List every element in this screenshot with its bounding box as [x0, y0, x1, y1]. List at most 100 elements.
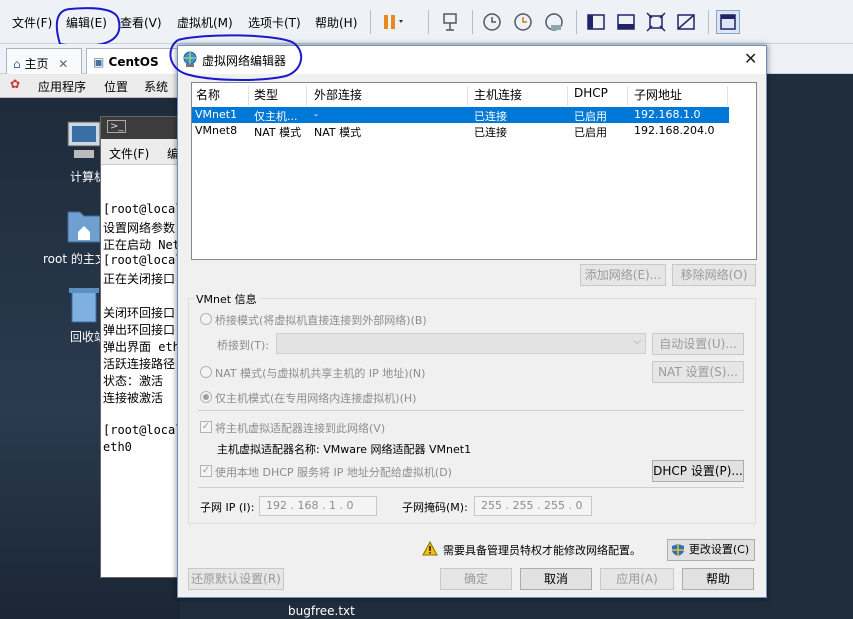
row-cell: 192.168.1.0	[634, 108, 701, 121]
help-button[interactable]: 帮助	[682, 568, 754, 590]
row-cell: NAT 模式	[254, 126, 302, 139]
snapshot-manager-icon[interactable]	[542, 10, 566, 34]
desktop-file-label: bugfree.txt	[288, 604, 355, 618]
column-header-host[interactable]: 主机连接	[470, 86, 568, 106]
subnet-mask-field[interactable]: 255 . 255 . 255 . 0	[474, 496, 592, 516]
tab-home[interactable]: ⌂ 主页 ✕	[6, 48, 82, 74]
terminal-line: 弹出界面 eth0	[103, 340, 180, 354]
divider	[198, 487, 744, 488]
chevron-down-icon: ⌵	[633, 336, 641, 347]
home-icon: ⌂	[13, 57, 21, 71]
terminal-menu-file[interactable]: 文件(F)	[109, 145, 149, 162]
menu-tabs[interactable]: 选项卡(T)	[248, 14, 301, 31]
nat-mode-radio[interactable]	[200, 366, 212, 378]
console-view-icon[interactable]	[614, 10, 638, 34]
row-cell: VMnet8	[195, 124, 238, 137]
toolbar-separator	[576, 10, 577, 34]
bridge-to-label: 桥接到(T):	[217, 339, 270, 352]
row-cell: VMnet1	[195, 108, 238, 121]
close-icon[interactable]: ✕	[744, 49, 757, 68]
terminal-menubar: 文件(F) 编	[101, 139, 180, 165]
terminal-line: 设置网络参数...	[103, 221, 180, 235]
subnet-ip-field[interactable]: 192 . 168 . 1 . 0	[259, 496, 377, 516]
column-header-type[interactable]: 类型	[250, 86, 307, 106]
vm-icon: ▣	[93, 55, 105, 69]
row-cell: 仅主机...	[254, 110, 298, 123]
use-dhcp-checkbox[interactable]: ✓	[200, 465, 212, 477]
tab-home-label: 主页	[24, 57, 49, 71]
menu-file[interactable]: 文件(F)	[12, 14, 52, 31]
column-header-name[interactable]: 名称	[192, 86, 249, 106]
column-header-subnet[interactable]: 子网地址	[630, 86, 728, 106]
host-only-radio[interactable]	[200, 391, 212, 403]
unity-icon[interactable]	[674, 10, 698, 34]
edit-menu-annotation-icon	[55, 7, 121, 47]
close-icon[interactable]: ✕	[58, 57, 68, 71]
terminal-line: 活跃连接路径	[103, 357, 176, 371]
gnome-panel: ✿ 应用程序 位置 系统	[0, 74, 180, 98]
terminal-icon: >_	[107, 120, 127, 133]
title-annotation-icon	[169, 34, 302, 81]
computer-icon[interactable]	[66, 120, 102, 166]
connect-adapter-checkbox[interactable]: ✓	[200, 421, 212, 433]
apply-button[interactable]: 应用(A)	[600, 568, 674, 590]
terminal-output[interactable]: [root@localhost ~]# service network rest…	[101, 166, 180, 577]
toolbar-separator	[370, 10, 371, 34]
adapter-name-text: 主机虚拟适配器名称: VMware 网络适配器 VMnet1	[217, 443, 472, 456]
toolbar-separator	[708, 10, 709, 34]
gnome-applications-menu[interactable]: 应用程序	[38, 78, 86, 95]
menu-view[interactable]: 查看(V)	[120, 14, 162, 31]
library-view-icon[interactable]	[716, 10, 740, 34]
terminal-line: 连接被激活	[103, 391, 164, 405]
column-header-dhcp[interactable]: DHCP	[570, 86, 628, 106]
desktop-home-label: root 的主文件夹	[43, 252, 100, 266]
admin-notice-text: 需要具备管理员特权才能修改网络配置。	[443, 544, 641, 557]
terminal-line: 正在启动 NetworkManager	[103, 238, 180, 252]
row-cell: 192.168.204.0	[634, 124, 715, 137]
terminal-line: 正在关闭接口	[103, 272, 176, 286]
pause-icon[interactable]	[379, 10, 403, 34]
cancel-button[interactable]: 取消	[520, 568, 592, 590]
subnet-ip-label: 子网 IP (I):	[200, 501, 255, 514]
sidebar-icon[interactable]	[584, 10, 608, 34]
snapshot-icon[interactable]	[480, 10, 504, 34]
tab-centos-label: CentOS	[108, 55, 159, 69]
row-cell: 已连接	[474, 126, 507, 139]
trash-icon[interactable]	[66, 284, 102, 324]
menu-help[interactable]: 帮助(H)	[315, 14, 357, 31]
menu-vm[interactable]: 虚拟机(M)	[177, 14, 233, 31]
bridge-mode-radio[interactable]	[200, 313, 212, 325]
bridge-to-select[interactable]: ⌵	[276, 333, 646, 354]
terminal-line: [root@localhost ~]#	[103, 423, 180, 437]
toolbar-separator	[428, 10, 429, 34]
ok-button[interactable]: 确定	[440, 568, 512, 590]
row-cell: 已连接	[474, 110, 507, 123]
terminal-line: 弹出环回接口	[103, 323, 176, 337]
warning-icon	[422, 540, 438, 559]
home-folder-icon[interactable]	[66, 204, 102, 244]
revert-snapshot-icon[interactable]	[511, 10, 535, 34]
add-network-button[interactable]: 添加网络(E)...	[580, 264, 666, 286]
terminal-line: 关闭环回接口	[103, 306, 176, 320]
terminal-line: eth0	[103, 440, 132, 454]
bridge-mode-label: 桥接模式(将虚拟机直接连接到外部网络)(B)	[215, 314, 427, 327]
dhcp-settings-button[interactable]: DHCP 设置(P)...	[652, 460, 744, 482]
restore-defaults-button[interactable]: 还原默认设置(R)	[188, 568, 284, 590]
nat-settings-button[interactable]: NAT 设置(S)...	[652, 361, 744, 383]
column-header-external[interactable]: 外部连接	[310, 86, 468, 106]
host-only-label: 仅主机模式(在专用网络内连接虚拟机)(H)	[215, 392, 417, 405]
row-cell: -	[314, 108, 318, 121]
gnome-places-menu[interactable]: 位置	[104, 78, 128, 95]
vmnet-info-group	[188, 298, 756, 524]
remove-network-button[interactable]: 移除网络(O)	[672, 264, 756, 286]
send-ctrl-alt-del-icon[interactable]	[438, 10, 462, 34]
row-cell: 已启用	[574, 126, 607, 139]
fullscreen-icon[interactable]	[644, 10, 668, 34]
change-settings-label: 更改设置(C)	[688, 543, 750, 556]
auto-settings-button[interactable]: 自动设置(U)...	[652, 333, 744, 355]
use-dhcp-label: 使用本地 DHCP 服务将 IP 地址分配给虚拟机(D)	[215, 466, 452, 479]
change-settings-button[interactable]: 更改设置(C)	[667, 539, 755, 561]
row-cell: NAT 模式	[314, 126, 362, 139]
terminal-line: 状态：激活	[103, 374, 164, 388]
desktop-trash-label: 回收站	[70, 330, 100, 344]
